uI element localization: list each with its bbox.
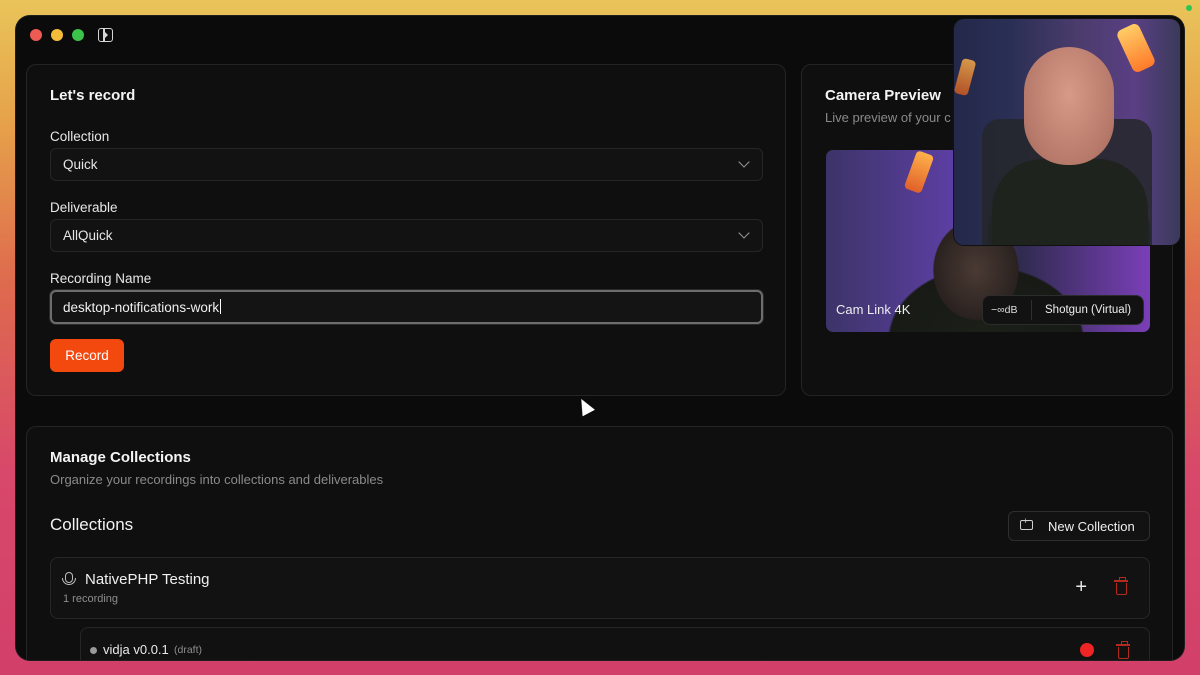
status-indicator [1186,5,1192,11]
collection-label: Collection [50,129,110,144]
collection-recording-count: 1 recording [63,593,119,605]
delete-deliverable-trash-icon[interactable] [1116,641,1130,659]
deliverable-name: vidja v0.0.1 [103,642,169,657]
new-collection-button[interactable]: New Collection [1008,511,1150,541]
new-collection-label: New Collection [1048,519,1135,534]
microphone-icon [62,572,76,585]
deliverable-label: Deliverable [50,200,118,215]
lamp-light [903,150,935,194]
collection-value: Quick [63,157,98,172]
collection-row[interactable]: NativePHP Testing 1 recording + [50,557,1150,619]
lamp-light [954,57,977,97]
collections-heading: Collections [50,515,134,534]
minimize-button[interactable] [51,29,63,41]
record-dot-button[interactable] [1080,643,1094,657]
camera-preview-title: Camera Preview [825,87,941,104]
audio-source: Shotgun (Virtual) [1045,304,1132,316]
deliverable-row[interactable]: vidja v0.0.1 (draft) [80,627,1150,660]
recording-name-value: desktop-notifications-work [63,299,222,315]
deliverable-value: AllQuick [63,228,113,243]
audio-level: −∞dB [991,304,1018,316]
delete-collection-trash-icon[interactable] [1114,577,1128,595]
divider [1031,300,1032,320]
record-button[interactable]: Record [50,339,124,372]
camera-preview-subtitle: Live preview of your c [825,110,951,125]
deliverable-status-dot [90,647,97,654]
collection-name: NativePHP Testing [85,571,210,588]
collection-select[interactable]: Quick [50,148,763,181]
record-title: Let's record [50,87,136,104]
deliverable-select[interactable]: AllQuick [50,219,763,252]
webcam-overlay [954,19,1180,245]
manage-collections-card: Manage Collections Organize your recordi… [26,426,1173,660]
recording-name-label: Recording Name [50,271,152,286]
folder-plus-icon [1020,516,1033,530]
maximize-button[interactable] [72,29,84,41]
chevron-down-icon [738,156,750,168]
manage-collections-title: Manage Collections [50,449,191,466]
close-button[interactable] [30,29,42,41]
add-deliverable-button[interactable]: + [1075,577,1087,597]
deliverable-status-tag: (draft) [174,644,203,656]
manage-collections-subtitle: Organize your recordings into collection… [50,472,384,487]
text-caret [220,299,222,314]
window-controls [30,28,113,42]
person-face [1024,47,1114,165]
sidebar-toggle-icon[interactable] [98,28,113,42]
recording-name-input[interactable]: desktop-notifications-work [50,290,763,324]
person-body [992,159,1148,245]
record-card: Let's record Collection Quick Deliverabl… [26,64,786,396]
audio-input-pill[interactable]: −∞dB Shotgun (Virtual) [982,295,1144,325]
lamp-light [1115,22,1157,74]
camera-device-name: Cam Link 4K [836,302,911,317]
chevron-down-icon [738,227,750,239]
